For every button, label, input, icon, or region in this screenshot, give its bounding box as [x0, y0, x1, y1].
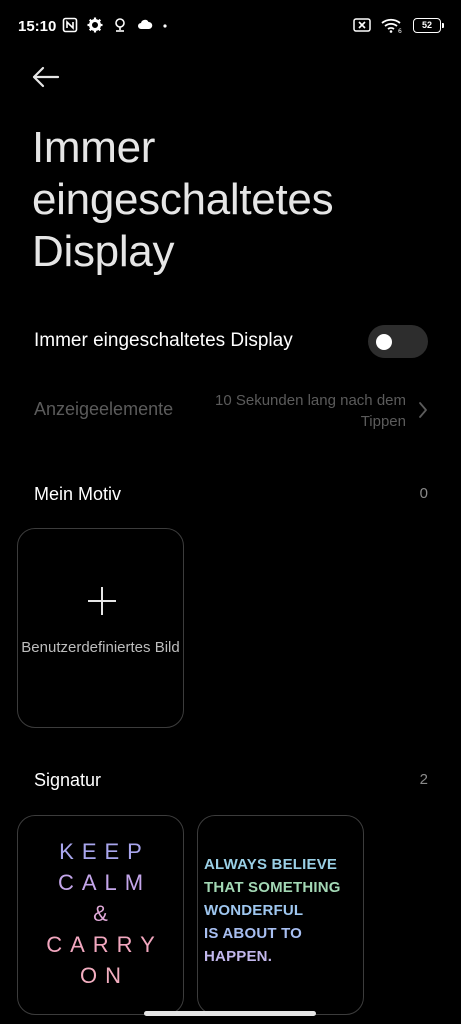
signature-line: KEEP — [59, 839, 150, 864]
display-elements-row[interactable]: Anzeigeelemente 10 Sekunden lang nach de… — [34, 388, 428, 434]
location-icon — [112, 17, 128, 33]
signature-card-keep-calm[interactable]: KEEP CALM & CARRY ON — [17, 815, 184, 1015]
dot-icon — [162, 17, 168, 33]
signature-line: ALWAYS BELIEVE — [204, 856, 338, 873]
battery-icon: 52 — [413, 17, 444, 33]
home-indicator[interactable] — [144, 1011, 316, 1016]
signature-line: WONDERFUL — [204, 902, 304, 919]
signature-line: & — [93, 901, 116, 926]
signature-line: ON — [80, 963, 129, 988]
signatur-title: Signatur — [34, 770, 102, 790]
signature-card-always-believe[interactable]: ALWAYS BELIEVE THAT SOMETHING WONDERFUL … — [197, 815, 364, 1015]
sim-off-icon — [353, 17, 371, 33]
mein-motiv-count: 0 — [419, 485, 428, 502]
back-button[interactable] — [30, 62, 64, 92]
mein-motiv-header: Mein Motiv 0 — [34, 484, 428, 510]
status-time: 15:10 — [18, 18, 57, 35]
display-elements-value: 10 Sekunden lang nach dem Tippen — [215, 392, 406, 430]
aod-toggle-switch[interactable] — [368, 325, 428, 358]
plus-icon — [88, 587, 116, 615]
cloud-icon — [137, 17, 153, 33]
toggle-knob — [376, 334, 392, 350]
always-believe-text: ALWAYS BELIEVE THAT SOMETHING WONDERFUL … — [204, 853, 363, 968]
status-icons-left — [62, 17, 168, 33]
aod-toggle-row[interactable]: Immer eingeschaltetes Display — [34, 322, 428, 362]
status-bar: 15:10 6 52 — [0, 0, 461, 56]
wifi-icon: 6 — [381, 17, 403, 35]
arrow-left-icon — [32, 66, 60, 88]
signature-line: CARRY — [46, 932, 163, 957]
signature-line: THAT SOMETHING — [204, 879, 341, 896]
signature-line: IS ABOUT TO — [204, 925, 303, 942]
signatur-header: Signatur 2 — [34, 770, 428, 796]
signatur-count: 2 — [419, 771, 428, 788]
keep-calm-text: KEEP CALM & CARRY ON — [18, 836, 183, 991]
aod-toggle-label: Immer eingeschaltetes Display — [34, 330, 293, 351]
chevron-right-icon — [419, 402, 427, 418]
settings-icon — [87, 17, 103, 33]
nfc-icon — [62, 17, 78, 33]
signature-line: HAPPEN. — [204, 948, 273, 965]
add-custom-image-label: Benutzerdefiniertes Bild — [21, 639, 180, 656]
status-icons-right: 6 52 — [353, 17, 444, 35]
display-elements-label: Anzeigeelemente — [34, 399, 174, 419]
svg-text:6: 6 — [398, 28, 402, 33]
signature-line: CALM — [57, 870, 152, 895]
add-custom-image-card[interactable]: Benutzerdefiniertes Bild — [17, 528, 184, 728]
mein-motiv-title: Mein Motiv — [34, 484, 122, 504]
page-title: Immer eingeschaltetes Display — [32, 123, 334, 276]
